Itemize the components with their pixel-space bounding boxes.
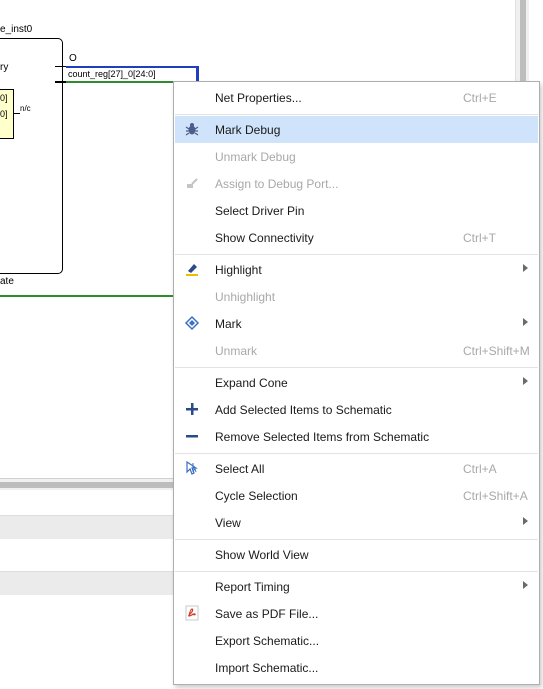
menu-item-select-all[interactable]: Select All Ctrl+A	[175, 455, 538, 482]
menu-item-label: Add Selected Items to Schematic	[215, 403, 392, 417]
menu-item-select-driver-pin[interactable]: Select Driver Pin	[175, 197, 538, 224]
selected-net-top[interactable]	[66, 66, 199, 68]
diamond-mark-icon	[184, 315, 200, 331]
menu-item-save-as-pdf-file[interactable]: Save as PDF File...	[175, 600, 538, 627]
menu-item-label: Show World View	[215, 548, 309, 562]
menu-item-highlight[interactable]: Highlight	[175, 256, 538, 283]
menu-item-label: Remove Selected Items from Schematic	[215, 430, 430, 444]
minus-icon	[184, 428, 200, 444]
panel-row	[0, 515, 175, 539]
menu-item-label: Mark Debug	[215, 123, 281, 137]
nc-label: n/c	[20, 104, 31, 113]
menu-item-add-selected-items-to-schematic[interactable]: Add Selected Items to Schematic	[175, 396, 538, 423]
menu-item-label: Unmark	[215, 344, 258, 358]
menu-item-label: Show Connectivity	[215, 231, 314, 245]
app-window: e_inst0 ry 0] 0] n/c ate O count_reg[27]…	[0, 0, 543, 689]
menu-item-label: Expand Cone	[215, 376, 288, 390]
menu-item-view[interactable]: View	[175, 509, 538, 536]
menu-item-label: Mark	[215, 317, 242, 331]
menu-item-label: Highlight	[215, 263, 262, 277]
cell-pin-label: ry	[0, 62, 9, 73]
cell-bottom-label: ate	[0, 276, 14, 287]
inner-label-top: 0]	[0, 93, 8, 103]
assign-debug-icon	[184, 175, 200, 191]
menu-item-shortcut: Ctrl+E	[463, 91, 497, 105]
nc-wire	[14, 113, 20, 114]
panel-row	[0, 571, 175, 595]
inner-label-bottom: 0]	[0, 109, 8, 119]
menu-item-label: Unhighlight	[215, 290, 276, 304]
cell-block[interactable]	[0, 38, 63, 274]
menu-item-mark-debug[interactable]: Mark Debug	[175, 116, 538, 143]
menu-item-shortcut: Ctrl+T	[463, 231, 496, 245]
green-net-bottom[interactable]	[0, 295, 174, 297]
menu-item-label: Save as PDF File...	[215, 607, 319, 621]
menu-item-label: Import Schematic...	[215, 661, 319, 675]
pin-o-label: O	[69, 53, 77, 64]
menu-item-shortcut: Ctrl+A	[463, 462, 497, 476]
horizontal-scroll-thumb[interactable]	[0, 482, 190, 488]
menu-separator	[175, 571, 538, 572]
menu-item-report-timing[interactable]: Report Timing	[175, 573, 538, 600]
submenu-arrow-icon	[523, 581, 528, 589]
highlighter-icon	[184, 261, 200, 277]
menu-item-export-schematic[interactable]: Export Schematic...	[175, 627, 538, 654]
menu-item-import-schematic[interactable]: Import Schematic...	[175, 654, 538, 681]
submenu-arrow-icon	[523, 264, 528, 272]
menu-item-expand-cone[interactable]: Expand Cone	[175, 369, 538, 396]
menu-item-show-connectivity[interactable]: Show Connectivity Ctrl+T	[175, 224, 538, 251]
menu-item-show-world-view[interactable]: Show World View	[175, 541, 538, 568]
menu-separator	[175, 453, 538, 454]
menu-item-unmark: Unmark Ctrl+Shift+M	[175, 337, 538, 364]
instance-label: e_inst0	[0, 24, 33, 35]
menu-item-cycle-selection[interactable]: Cycle Selection Ctrl+Shift+A	[175, 482, 538, 509]
menu-item-shortcut: Ctrl+Shift+M	[463, 344, 530, 358]
menu-item-label: Select Driver Pin	[215, 204, 305, 218]
menu-item-assign-to-debug-port: Assign to Debug Port...	[175, 170, 538, 197]
menu-item-label: Export Schematic...	[215, 634, 320, 648]
select-all-icon	[184, 460, 200, 476]
pdf-icon	[184, 605, 200, 621]
net-label: count_reg[27]_0[24:0]	[68, 69, 156, 79]
menu-item-label: View	[215, 516, 241, 530]
menu-item-label: Cycle Selection	[215, 489, 298, 503]
submenu-arrow-icon	[523, 517, 528, 525]
menu-item-label: Net Properties...	[215, 91, 302, 105]
plus-icon	[184, 401, 200, 417]
menu-item-mark[interactable]: Mark	[175, 310, 538, 337]
bug-icon	[184, 121, 200, 137]
menu-item-label: Assign to Debug Port...	[215, 177, 339, 191]
menu-item-net-properties[interactable]: Net Properties... Ctrl+E	[175, 84, 538, 111]
menu-separator	[175, 367, 538, 368]
green-net-top[interactable]	[66, 81, 174, 83]
submenu-arrow-icon	[523, 377, 528, 385]
menu-item-remove-selected-items-from-schematic[interactable]: Remove Selected Items from Schematic	[175, 423, 538, 450]
menu-separator	[175, 114, 538, 115]
menu-item-unhighlight: Unhighlight	[175, 283, 538, 310]
context-menu: Net Properties... Ctrl+E Mark Debug Unmark …	[173, 81, 540, 685]
menu-item-label: Report Timing	[215, 580, 290, 594]
menu-separator	[175, 254, 538, 255]
menu-item-label: Select All	[215, 462, 265, 476]
selected-net-right[interactable]	[196, 66, 199, 82]
menu-item-unmark-debug: Unmark Debug	[175, 143, 538, 170]
submenu-arrow-icon	[523, 318, 528, 326]
menu-separator	[175, 539, 538, 540]
menu-item-label: Unmark Debug	[215, 150, 296, 164]
menu-item-shortcut: Ctrl+Shift+A	[463, 489, 528, 503]
